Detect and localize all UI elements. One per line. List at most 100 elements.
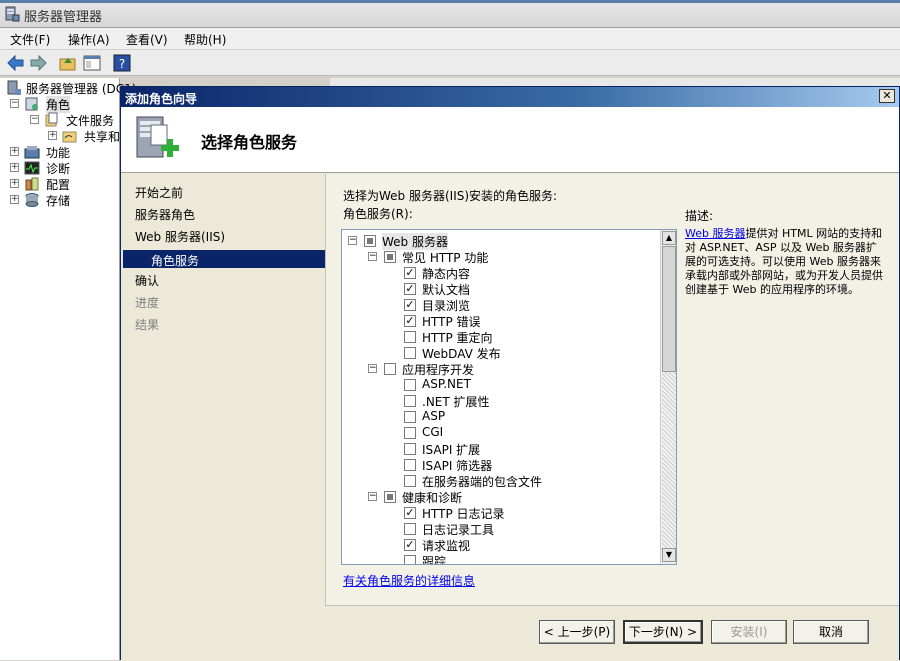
role-service-checkbox[interactable] (404, 411, 416, 423)
role-service-checkbox[interactable] (404, 379, 416, 391)
checked-checkbox[interactable]: ✓ (404, 267, 416, 279)
scroll-up-icon[interactable]: ▲ (662, 231, 676, 245)
nav-role-services[interactable]: 角色服务 (123, 250, 325, 268)
role-service-checkbox[interactable] (404, 475, 416, 487)
nav-confirmation[interactable]: 确认 (135, 272, 159, 289)
description-link[interactable]: Web 服务器 (685, 227, 745, 240)
tree-label-roles: 角色 (46, 96, 71, 113)
checked-checkbox[interactable]: ✓ (404, 299, 416, 311)
nav-results: 结果 (135, 318, 160, 332)
role-service-label: 应用程序开发 (402, 363, 475, 377)
cancel-button[interactable]: 取消 (793, 620, 869, 644)
collapse-icon[interactable]: − (368, 364, 377, 373)
svg-text:?: ? (119, 57, 125, 71)
role-service-label: ASP.NET (422, 377, 471, 391)
role-service-label: ISAPI 扩展 (422, 443, 481, 457)
dialog-header-title: 选择角色服务 (201, 133, 298, 152)
description-title: 描述: (685, 209, 714, 223)
role-service-label: 跟踪 (422, 555, 447, 565)
expand-icon[interactable]: + (48, 131, 57, 140)
role-service-label: CGI (422, 425, 444, 439)
role-service-checkbox[interactable] (404, 459, 416, 471)
collapse-icon[interactable]: − (368, 492, 377, 501)
storage-icon (25, 193, 39, 207)
window-title: 服务器管理器 (24, 10, 103, 25)
server-manager-icon (5, 6, 20, 22)
role-service-checkbox[interactable] (404, 555, 416, 564)
scroll-thumb[interactable] (662, 246, 676, 372)
role-service-checkbox[interactable] (384, 363, 396, 375)
collapse-icon[interactable]: − (30, 115, 39, 124)
nav-role-services-label: 角色服务 (151, 254, 200, 268)
menu-action[interactable]: 操作(A) (68, 31, 110, 48)
configuration-icon (25, 177, 39, 191)
checked-checkbox[interactable]: ✓ (404, 507, 416, 519)
wizard-nav: 开始之前 服务器角色 Web 服务器(IIS) 角色服务 确认 进度 结果 (121, 174, 325, 661)
expand-icon[interactable]: + (10, 179, 19, 188)
menu-view[interactable]: 查看(V) (126, 31, 168, 48)
console-tree: 服务器管理器 (DC1) − 角色 − 文件服务 + 共享和 + 功能 + 诊断… (0, 78, 136, 660)
more-info-link[interactable]: 有关角色服务的详细信息 (343, 572, 475, 589)
window-titlebar: 服务器管理器 (0, 0, 900, 28)
expand-icon[interactable]: + (10, 163, 19, 172)
role-service-checkbox[interactable] (384, 491, 396, 503)
role-service-label: 静态内容 (422, 267, 471, 281)
show-hide-console-icon[interactable] (82, 53, 102, 73)
add-server-role-icon (136, 116, 179, 158)
instruction-text: 选择为Web 服务器(IIS)安装的角色服务: (343, 189, 558, 203)
scroll-down-icon[interactable]: ▼ (662, 548, 676, 562)
role-service-label: 常见 HTTP 功能 (402, 251, 489, 265)
role-service-checkbox[interactable] (404, 347, 416, 359)
menu-file[interactable]: 文件(F) (10, 31, 50, 48)
share-icon (62, 131, 77, 143)
role-service-checkbox[interactable] (364, 235, 376, 247)
install-button: 安装(I) (711, 620, 787, 644)
role-service-checkbox[interactable] (404, 395, 416, 407)
tree-label-configuration: 配置 (46, 178, 71, 192)
role-service-label: ISAPI 筛选器 (422, 459, 493, 473)
role-service-checkbox[interactable] (404, 331, 416, 343)
role-service-checkbox[interactable] (404, 427, 416, 439)
nav-web-server[interactable]: Web 服务器(IIS) (135, 228, 225, 245)
checked-checkbox[interactable]: ✓ (404, 539, 416, 551)
scroll-track[interactable] (662, 372, 676, 548)
menu-help[interactable]: 帮助(H) (184, 31, 226, 48)
role-service-label: 在服务器端的包含文件 (422, 475, 543, 489)
tree-label-features: 功能 (46, 146, 71, 160)
expand-icon[interactable]: + (10, 195, 19, 204)
list-scrollbar[interactable]: ▲ ▼ (660, 230, 676, 564)
nav-server-roles[interactable]: 服务器角色 (135, 206, 195, 223)
toolbar: ? (0, 50, 900, 76)
tree-label-diagnostics: 诊断 (46, 162, 71, 176)
role-service-label: HTTP 错误 (422, 315, 481, 329)
menu-bar: 文件(F) 操作(A) 查看(V) 帮助(H) (0, 28, 900, 50)
back-button[interactable]: < 上一步(P) (539, 620, 615, 644)
up-folder-icon[interactable] (58, 53, 78, 73)
dialog-footer: < 上一步(P) 下一步(N) > 安装(I) 取消 (325, 605, 899, 661)
back-arrow-icon[interactable] (6, 53, 26, 73)
collapse-icon[interactable]: − (10, 99, 19, 108)
role-services-list[interactable]: − Web 服务器 − 常见 HTTP 功能 ✓ 静态内容 ✓ 默认文档 ✓ 目录浏览 ✓ HTTP … (341, 229, 677, 565)
tree-label-file-services: 文件服务 (66, 114, 115, 128)
role-service-checkbox[interactable] (404, 443, 416, 455)
nav-progress: 进度 (135, 296, 160, 310)
roles-icon (25, 97, 38, 111)
nav-before-you-begin[interactable]: 开始之前 (135, 184, 183, 201)
checked-checkbox[interactable]: ✓ (404, 283, 416, 295)
role-service-checkbox[interactable] (384, 251, 396, 263)
close-button[interactable]: ✕ (879, 89, 895, 103)
collapse-icon[interactable]: − (368, 252, 377, 261)
role-service-checkbox[interactable] (404, 523, 416, 535)
dialog-titlebar: 添加角色向导 ✕ (121, 87, 899, 107)
next-button[interactable]: 下一步(N) > (623, 620, 703, 644)
add-roles-wizard-dialog: 添加角色向导 ✕ 选择角色服务 开始之前 服务器角色 Web 服务器(IIS) … (120, 86, 900, 661)
tree-label-share: 共享和 (84, 130, 121, 144)
forward-arrow-icon[interactable] (28, 53, 48, 73)
role-service-label: 默认文档 (422, 283, 471, 297)
collapse-icon[interactable]: − (348, 236, 357, 245)
role-service-label: WebDAV 发布 (422, 347, 501, 361)
checked-checkbox[interactable]: ✓ (404, 315, 416, 327)
features-icon (24, 146, 40, 159)
expand-icon[interactable]: + (10, 147, 19, 156)
help-icon[interactable]: ? (112, 53, 132, 73)
